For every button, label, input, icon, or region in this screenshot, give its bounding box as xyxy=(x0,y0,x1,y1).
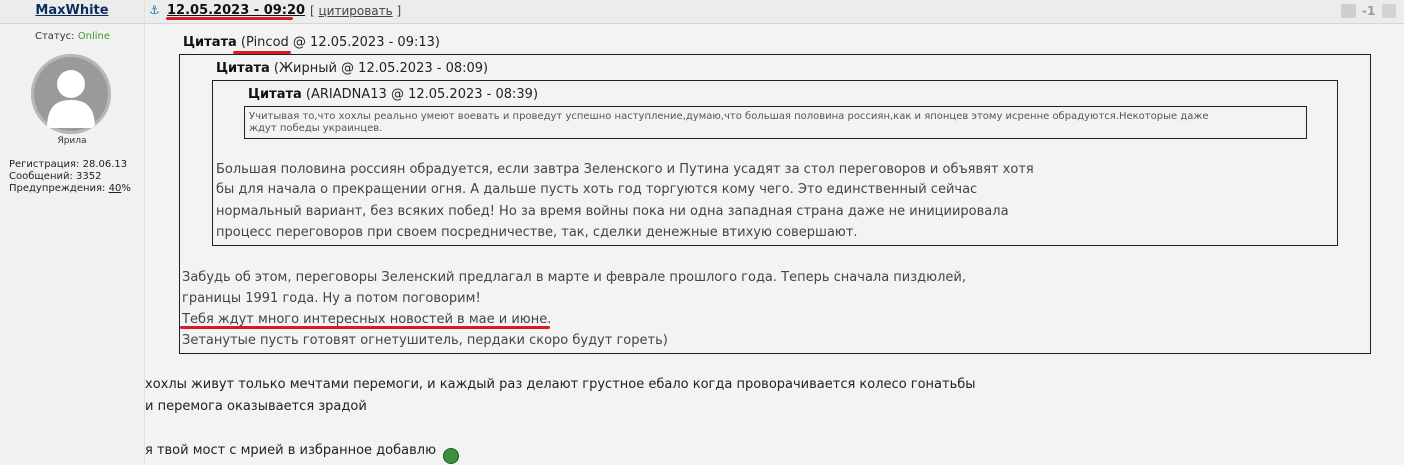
username-bar: MaxWhite xyxy=(0,0,144,24)
smiley-icon xyxy=(443,448,459,464)
post-date-link[interactable]: 12.05.2023 - 09:20 xyxy=(167,3,305,18)
post-rating: -1 xyxy=(1362,4,1376,18)
quote-2-line: Большая половина россиян обрадуется, есл… xyxy=(216,162,1034,177)
quote-1-line: границы 1991 года. Ну а потом поговорим! xyxy=(182,291,481,306)
warnings-unit: % xyxy=(121,183,131,194)
quote-header-2: Цитата (Жирный @ 12.05.2023 - 08:09) xyxy=(216,61,488,76)
highlight-underline xyxy=(166,17,293,20)
registration-date: Регистрация: 28.06.13 xyxy=(9,159,128,170)
post-body-line: хохлы живут только мечтами перемоги, и к… xyxy=(145,377,976,392)
warnings-link[interactable]: 40 xyxy=(109,183,122,194)
post-body-line: и перемога оказывается зрадой xyxy=(145,399,367,414)
quote-author-1[interactable]: Pincod xyxy=(246,35,289,50)
rate-plus-icon[interactable] xyxy=(1382,4,1396,18)
quote-label-1: Цитата xyxy=(183,35,237,50)
quote-2-line: процесс переговоров при своем посредниче… xyxy=(216,225,858,240)
quote-open-1: ( xyxy=(236,35,247,50)
quote-1-line: Зетанутые пусть готовят огнетушитель, пе… xyxy=(182,333,668,348)
post-body-line: я твой мост с мрией в избранное добавлю xyxy=(145,443,437,458)
quote-3-line: ждут победы украинцев. xyxy=(249,123,383,134)
quote-1-line: Тебя ждут много интересных новостей в ма… xyxy=(182,312,552,327)
quote-2-line: нормальный вариант, без всяких побед! Но… xyxy=(216,204,1009,219)
quote-header-3: Цитата (ARIADNA13 @ 12.05.2023 - 08:39) xyxy=(248,87,538,102)
quote-link-text[interactable]: цитировать xyxy=(319,4,393,18)
avatar[interactable] xyxy=(31,54,111,134)
anchor-icon[interactable]: ⚓ xyxy=(149,3,160,17)
quote-bracket-close: ] xyxy=(396,4,402,18)
quote-2-line: бы для начала о прекращении огня. А даль… xyxy=(216,182,978,197)
user-rank: Ярила xyxy=(57,136,87,146)
quote-header-1: Цитата (Pincod @ 12.05.2023 - 09:13) xyxy=(183,35,440,50)
quote-meta-1: @ 12.05.2023 - 09:13) xyxy=(288,35,440,50)
quote-button[interactable]: [ цитировать ] xyxy=(310,4,401,18)
username-link[interactable]: MaxWhite xyxy=(0,3,144,18)
quote-3-line: Учитывая то,что хохлы реально умеют воев… xyxy=(249,111,1209,122)
user-stats: Регистрация: 28.06.13 Сообщений: 3352 Пр… xyxy=(9,159,131,195)
warnings: Предупреждения: 40% xyxy=(9,183,131,195)
report-icon[interactable] xyxy=(1341,4,1356,18)
quote-bracket-open: [ xyxy=(310,4,315,18)
default-avatar-icon xyxy=(47,70,95,128)
quote-label-2: Цитата xyxy=(216,61,270,76)
post-header: ⚓ 12.05.2023 - 09:20 [ цитировать ] -1 xyxy=(145,0,1404,24)
quote-text-3: Учитывая то,что хохлы реально умеют воев… xyxy=(249,111,1209,135)
quote-1-line: Забудь об этом, переговоры Зеленский пре… xyxy=(182,270,966,285)
user-status: Статус: Online xyxy=(35,31,110,42)
message-count: Сообщений: 3352 xyxy=(9,171,102,182)
quote-meta-2: (Жирный @ 12.05.2023 - 08:09) xyxy=(269,61,489,76)
quote-label-3: Цитата xyxy=(248,87,302,102)
highlight-underline xyxy=(180,326,550,329)
status-value: Online xyxy=(77,31,110,42)
quote-meta-3: (ARIADNA13 @ 12.05.2023 - 08:39) xyxy=(301,87,539,102)
warnings-label: Предупреждения: xyxy=(9,183,106,194)
status-label: Статус: xyxy=(35,31,75,42)
